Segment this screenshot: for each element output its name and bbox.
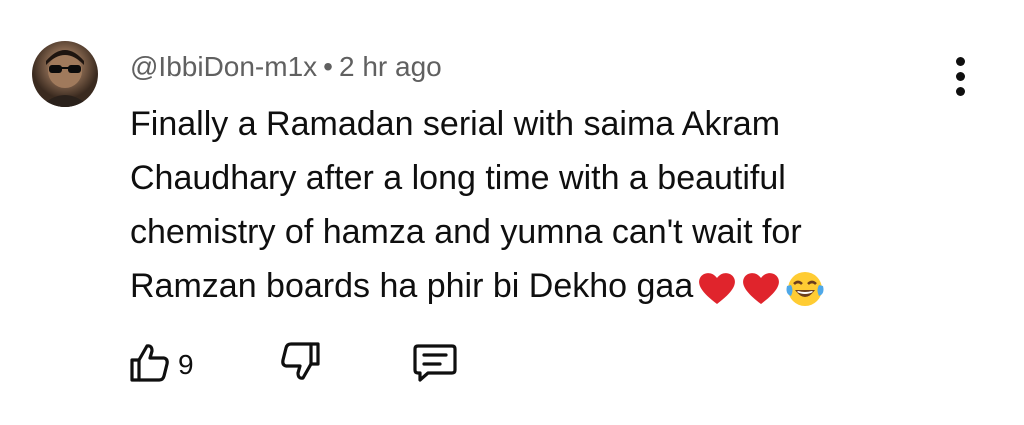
reply-button[interactable] [412, 340, 458, 384]
comment-text-last: Ramzan boards ha phir bi Dekho gaa [130, 267, 694, 305]
like-button[interactable]: 9 [128, 340, 194, 384]
comment-text: Finally a Ramadan serial with saima Akra… [130, 97, 930, 313]
red-heart-emoji [741, 270, 781, 306]
meta-separator: • [323, 51, 333, 82]
comment-text-line: Finally a Ramadan serial with saima Akra… [130, 105, 781, 143]
comment-meta: @IbbiDon-m1x • 2 hr ago [130, 50, 442, 84]
comment-timestamp[interactable]: 2 hr ago [339, 51, 442, 82]
more-options-icon[interactable] [944, 52, 976, 100]
comment-text-line-last: Ramzan boards ha phir bi Dekho gaa [130, 259, 930, 313]
comment-item: @IbbiDon-m1x • 2 hr ago Finally a Ramadan … [0, 0, 1024, 425]
face-with-tears-of-joy-emoji [785, 268, 825, 308]
red-heart-emoji [697, 270, 737, 306]
avatar-image [40, 50, 90, 107]
avatar[interactable] [32, 41, 98, 107]
comment-text-line: chemistry of hamza and yumna can't wait … [130, 213, 802, 251]
comment-actions: 9 [0, 340, 1024, 400]
comment-text-line: Chaudhary after a long time with a beaut… [130, 159, 786, 197]
thumbs-down-icon [278, 340, 322, 384]
thumbs-up-icon [128, 340, 172, 384]
comment-reply-icon [412, 340, 458, 384]
author-name[interactable]: @IbbiDon-m1x [130, 51, 317, 82]
like-count: 9 [178, 349, 194, 380]
dislike-button[interactable] [278, 340, 322, 384]
